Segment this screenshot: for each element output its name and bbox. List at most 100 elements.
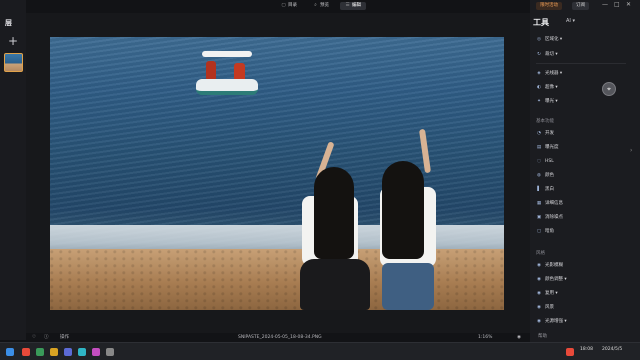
folder-icon: ▢	[281, 3, 286, 8]
tool-light-boost[interactable]: ◉ 光源增强 ▾	[536, 318, 567, 326]
tool-hsl[interactable]: ◌ HSL	[536, 158, 554, 166]
super-icon: ◐	[537, 85, 541, 90]
image-canvas[interactable]	[26, 13, 530, 333]
tool-color-adjust-label: 颜色调整 ▾	[545, 277, 567, 282]
tab-catalog-label: 目录	[288, 3, 297, 8]
tab-preview-label: 预览	[320, 3, 329, 8]
develop-icon: ◔	[537, 131, 541, 136]
operations-menu[interactable]: 操作	[60, 334, 69, 341]
tool-region[interactable]: ◎ 区域化 ▾	[536, 36, 562, 44]
layers-panel: 层 +	[0, 0, 26, 340]
layers-title: 层	[5, 19, 12, 27]
photo-paddle-boat	[196, 47, 258, 102]
edited-photo[interactable]	[50, 37, 504, 310]
tab-edit-label: 编辑	[352, 3, 361, 8]
tool-exposure-level[interactable]: ▤ 曝光度	[536, 144, 559, 152]
start-icon[interactable]	[6, 348, 14, 356]
tool-color-adjust[interactable]: ◉ 颜色调整 ▾	[536, 276, 567, 284]
tray-icon[interactable]	[566, 348, 574, 356]
eye-icon[interactable]: ◉	[517, 334, 521, 341]
tool-crop-label: 裁切 ▾	[545, 52, 558, 57]
tool-vignette-label: 暗角	[545, 229, 554, 234]
divider	[536, 63, 626, 64]
region-icon: ◎	[537, 37, 541, 42]
edit-icon: ☰	[345, 3, 350, 8]
assistant-icon[interactable]: ⌖	[602, 82, 616, 96]
tool-exposure-label: 曝光 ▾	[545, 99, 558, 104]
tool-light-label: 光线器 ▾	[545, 71, 563, 76]
app-icon[interactable]	[36, 348, 44, 356]
maximize-icon[interactable]: □	[614, 1, 620, 8]
tab-edit[interactable]: ☰ 编辑	[340, 2, 366, 10]
tool-blur-label: 光影模糊	[545, 263, 563, 268]
tool-vignette[interactable]: ▢ 暗角	[536, 228, 554, 236]
color-icon: ◍	[537, 173, 541, 178]
zoom-level[interactable]: 1:16%	[478, 334, 492, 341]
tab-preview[interactable]: ⌕ 预览	[308, 2, 334, 10]
top-bar: ▢ 目录 ⌕ 预览 ☰ 编辑	[26, 0, 530, 12]
app-icon[interactable]	[22, 348, 30, 356]
tool-reuse-label: 复用 ▾	[545, 291, 558, 296]
tool-bw[interactable]: ▌ 黑白	[536, 186, 554, 194]
tab-catalog[interactable]: ▢ 目录	[276, 2, 302, 10]
light-icon: ◈	[537, 71, 541, 76]
exposure-icon: ✦	[537, 99, 541, 104]
tray-date: 2024/5/5	[602, 347, 623, 352]
tool-denoise-label: 消除噪点	[545, 215, 563, 220]
tool-light-boost-label: 光源增强 ▾	[545, 319, 567, 324]
tools-panel: 限时活动 订阅 — □ ✕ 工具 AI ▾ ◎ 区域化 ▾ ↻ 裁切 ▾ ◈ 光线器 …	[530, 0, 640, 342]
minimize-icon[interactable]: —	[602, 1, 608, 8]
tool-crop[interactable]: ↻ 裁切 ▾	[536, 51, 558, 59]
promo-button[interactable]: 限时活动	[536, 2, 562, 10]
tool-super[interactable]: ◐ 超像 ▾	[536, 84, 558, 92]
tool-detail[interactable]: ▦ 详细信息	[536, 200, 563, 208]
color-adjust-icon: ◉	[537, 277, 541, 282]
app-icon[interactable]	[92, 348, 100, 356]
tool-landscape[interactable]: ◉ 风景	[536, 304, 554, 312]
vignette-icon: ▢	[536, 229, 542, 234]
tool-region-label: 区域化 ▾	[545, 37, 563, 42]
image-thumbnail[interactable]	[4, 53, 23, 72]
info-icon[interactable]: ⓘ	[44, 334, 49, 341]
subscribe-button[interactable]: 订阅	[572, 2, 589, 10]
tool-develop[interactable]: ◔ 开发	[536, 130, 554, 138]
ai-menu[interactable]: AI ▾	[566, 18, 575, 24]
help-link[interactable]: 帮助	[538, 333, 547, 341]
app-icon[interactable]	[64, 348, 72, 356]
hsl-icon: ◌	[537, 159, 541, 164]
crop-icon: ↻	[537, 52, 541, 57]
file-name: SNIPASTE_2024-05-05_18-08-34.PNG	[238, 335, 322, 340]
tool-landscape-label: 风景	[545, 305, 554, 310]
favorite-icon[interactable]: ♡	[32, 334, 36, 341]
status-bar: ♡ ⓘ 操作 SNIPASTE_2024-05-05_18-08-34.PNG …	[26, 333, 530, 342]
tool-hsl-label: HSL	[545, 159, 554, 164]
tool-exposure[interactable]: ✦ 曝光 ▾	[536, 98, 558, 106]
tool-denoise[interactable]: ▣ 消除噪点	[536, 214, 563, 222]
light-boost-icon: ◉	[537, 319, 541, 324]
app-icon[interactable]	[106, 348, 114, 356]
detail-icon: ▦	[536, 201, 542, 206]
tool-detail-label: 详细信息	[545, 201, 563, 206]
preview-icon: ⌕	[314, 3, 317, 8]
tray-time: 18:08	[580, 347, 593, 352]
blur-icon: ◉	[537, 263, 541, 268]
app-icon[interactable]	[78, 348, 86, 356]
app-icon[interactable]	[50, 348, 58, 356]
tool-color-label: 颜色	[545, 173, 554, 178]
tool-color[interactable]: ◍ 颜色	[536, 172, 554, 180]
landscape-icon: ◉	[537, 305, 541, 310]
close-icon[interactable]: ✕	[626, 1, 631, 8]
histogram-icon: ▤	[536, 145, 542, 150]
tool-reuse[interactable]: ◉ 复用 ▾	[536, 290, 558, 298]
os-taskbar: 18:08 2024/5/5	[0, 342, 640, 360]
tool-blur[interactable]: ◉ 光影模糊	[536, 262, 563, 270]
add-layer-button[interactable]: +	[5, 35, 21, 48]
reuse-icon: ◉	[537, 291, 541, 296]
tool-super-label: 超像 ▾	[545, 85, 558, 90]
tool-light[interactable]: ◈ 光线器 ▾	[536, 70, 562, 78]
chevron-right-icon[interactable]: ›	[630, 147, 632, 154]
section-basic: 基本功能	[536, 119, 554, 124]
tool-exposure-level-label: 曝光度	[545, 145, 559, 150]
tools-title: 工具	[533, 18, 549, 27]
bw-icon: ▌	[537, 187, 541, 192]
